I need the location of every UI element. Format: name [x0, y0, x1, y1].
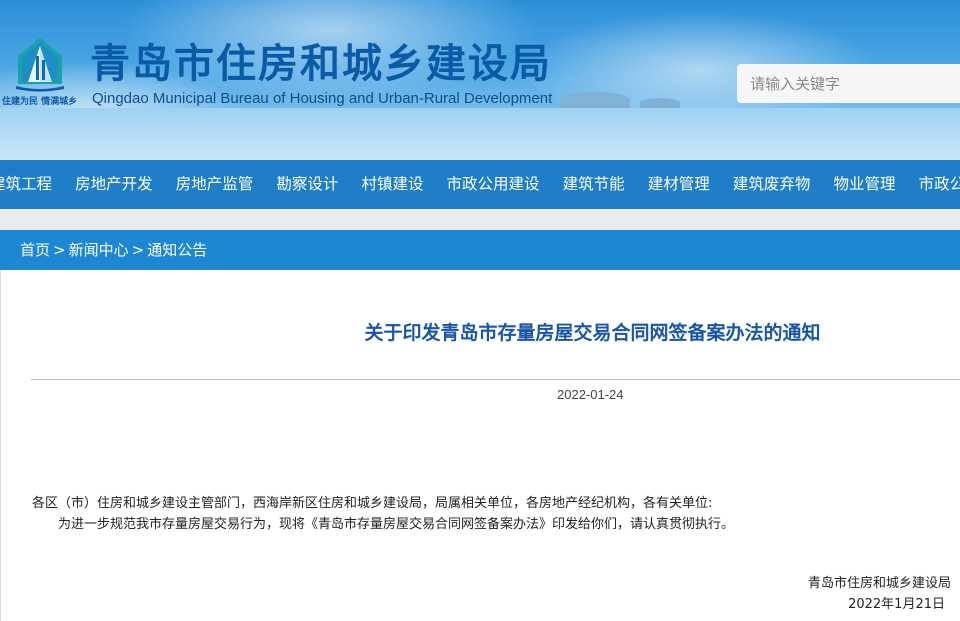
site-title[interactable]: 青岛市住房和城乡建设局	[90, 36, 552, 92]
header-banner: 住建为民 情满城乡 青岛市住房和城乡建设局 Qingdao Municipal …	[0, 0, 960, 160]
nav-item-building-materials[interactable]: 建材管理	[648, 160, 710, 209]
breadcrumb-trail: 首页 > 新闻中心 > 通知公告	[20, 230, 207, 270]
article-recipients: 各区（市）住房和城乡建设主管部门，西海岸新区住房和城乡建设局，局属相关单位，各房…	[32, 496, 713, 511]
nav-item-energy-saving[interactable]: 建筑节能	[563, 160, 625, 209]
breadcrumb-current-link[interactable]: 通知公告	[147, 241, 207, 259]
logo-slogan: 住建为民 情满城乡	[2, 97, 78, 107]
nav-item-real-estate-supervision[interactable]: 房地产监管	[176, 160, 254, 209]
banner-island	[640, 98, 680, 108]
banner-island	[560, 92, 630, 108]
breadcrumb-news-link[interactable]: 新闻中心	[69, 241, 129, 259]
article-body: 为进一步规范我市存量房屋交易行为，现将《青岛市存量房屋交易合同网签备案办法》印发…	[58, 517, 735, 532]
city-emblem-icon[interactable]	[14, 36, 66, 92]
nav-item-construction-waste[interactable]: 建筑废弃物	[733, 160, 811, 209]
breadcrumb-home-link[interactable]: 首页	[20, 241, 50, 259]
nav-item-construction[interactable]: 建筑工程	[0, 160, 52, 209]
nav-item-village-construction[interactable]: 村镇建设	[361, 160, 423, 209]
site-subtitle: Qingdao Municipal Bureau of Housing and …	[92, 90, 553, 107]
banner-sea	[0, 108, 960, 160]
search-input[interactable]	[737, 64, 960, 103]
article-panel: 关于印发青岛市存量房屋交易合同网签备案办法的通知 2022-01-24 各区（市…	[0, 270, 960, 621]
signature-organization: 青岛市住房和城乡建设局	[807, 576, 951, 591]
article-date: 2022-01-24	[557, 387, 624, 402]
main-nav: 建筑工程 房地产开发 房地产监管 勘察设计 村镇建设 市政公用建设 建筑节能 建…	[0, 160, 960, 209]
nav-item-property-management[interactable]: 物业管理	[833, 160, 895, 209]
nav-item-municipal-public[interactable]: 市政公用	[919, 160, 960, 209]
nav-item-real-estate-development[interactable]: 房地产开发	[75, 160, 153, 209]
signature-date: 2022年1月21日	[848, 597, 945, 612]
breadcrumb-separator: >	[53, 241, 66, 259]
breadcrumb-separator: >	[131, 241, 145, 259]
nav-item-survey-design[interactable]: 勘察设计	[276, 160, 338, 209]
breadcrumb: 首页 > 新闻中心 > 通知公告	[0, 230, 960, 270]
nav-item-municipal-utilities[interactable]: 市政公用建设	[447, 160, 540, 209]
article-title: 关于印发青岛市存量房屋交易合同网签备案办法的通知	[364, 322, 821, 344]
title-divider	[31, 379, 960, 380]
nav-list: 建筑工程 房地产开发 房地产监管 勘察设计 村镇建设 市政公用建设 建筑节能 建…	[0, 160, 960, 209]
